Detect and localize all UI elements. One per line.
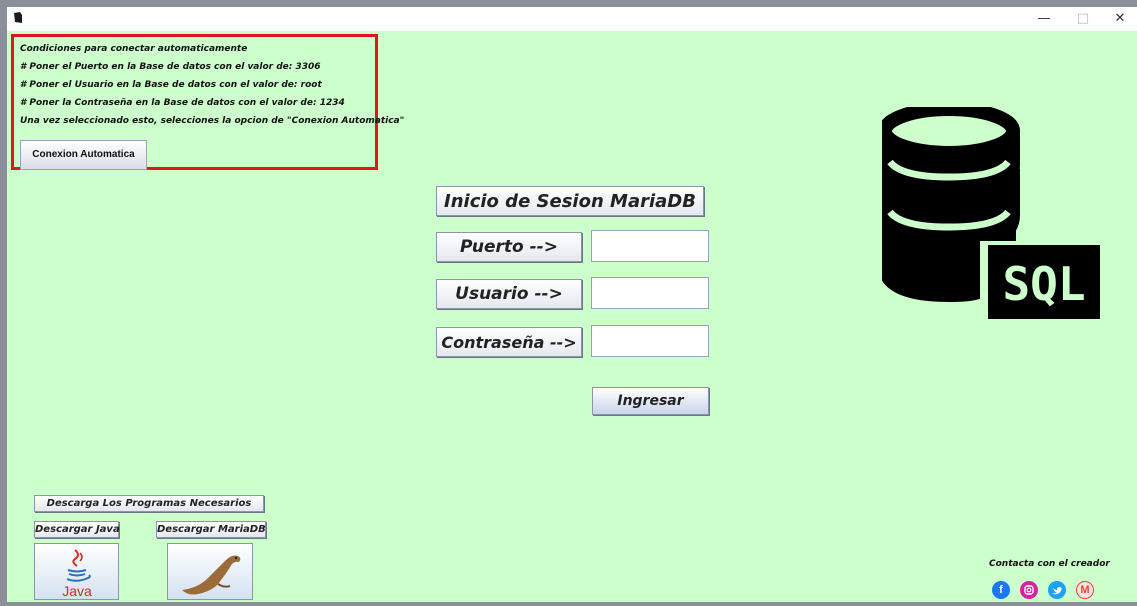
password-label-button[interactable]: Contraseña --> — [436, 327, 582, 357]
download-java-button[interactable]: Java — [34, 543, 119, 600]
port-label-button[interactable]: Puerto --> — [436, 232, 582, 262]
database-sql-icon: SQL — [882, 107, 1100, 319]
login-title-button[interactable]: Inicio de Sesion MariaDB — [436, 186, 704, 216]
user-input[interactable] — [591, 277, 709, 309]
auto-connect-info-box: Condiciones para conectar automaticament… — [11, 34, 404, 170]
auto-connect-button[interactable]: Conexion Automatica — [20, 140, 147, 170]
submit-button[interactable]: Ingresar — [592, 387, 709, 415]
app-icon — [14, 12, 22, 23]
info-user-line: # Poner el Usuario en la Base de datos c… — [20, 80, 322, 90]
download-java-label[interactable]: Descargar Java — [34, 521, 120, 538]
main-content: Condiciones para conectar automaticament… — [7, 31, 1137, 602]
twitter-icon[interactable] — [1048, 581, 1066, 599]
download-mariadb-label[interactable]: Descargar MariaDB — [156, 521, 266, 538]
java-logo-icon: Java — [62, 549, 92, 599]
user-label-button[interactable]: Usuario --> — [436, 279, 582, 309]
info-instruction-line: Una vez seleccionado esto, selecciones l… — [20, 116, 405, 126]
download-mariadb-button[interactable] — [167, 543, 253, 600]
title-bar: — □ ✕ — [7, 7, 1137, 31]
gmail-icon[interactable]: M — [1076, 581, 1094, 599]
downloads-header-button[interactable]: Descarga Los Programas Necesarios — [34, 495, 264, 512]
info-port-line: # Poner el Puerto en la Base de datos co… — [20, 62, 321, 72]
password-input[interactable] — [591, 325, 709, 357]
java-logo-text: Java — [62, 583, 92, 599]
contact-label: Contacta con el creador — [989, 559, 1110, 569]
facebook-icon[interactable]: f — [992, 581, 1010, 599]
sql-text: SQL — [1002, 257, 1085, 311]
info-heading: Condiciones para conectar automaticament… — [20, 44, 248, 54]
app-window: — □ ✕ Condiciones para conectar automati… — [7, 7, 1137, 602]
info-password-line: # Poner la Contraseña en la Base de dato… — [20, 98, 345, 108]
close-button[interactable]: ✕ — [1105, 10, 1135, 28]
maximize-button[interactable]: □ — [1068, 10, 1098, 28]
minimize-button[interactable]: — — [1029, 10, 1059, 28]
instagram-icon[interactable] — [1020, 581, 1038, 599]
port-input[interactable] — [591, 230, 709, 262]
mariadb-seal-icon — [182, 555, 241, 595]
